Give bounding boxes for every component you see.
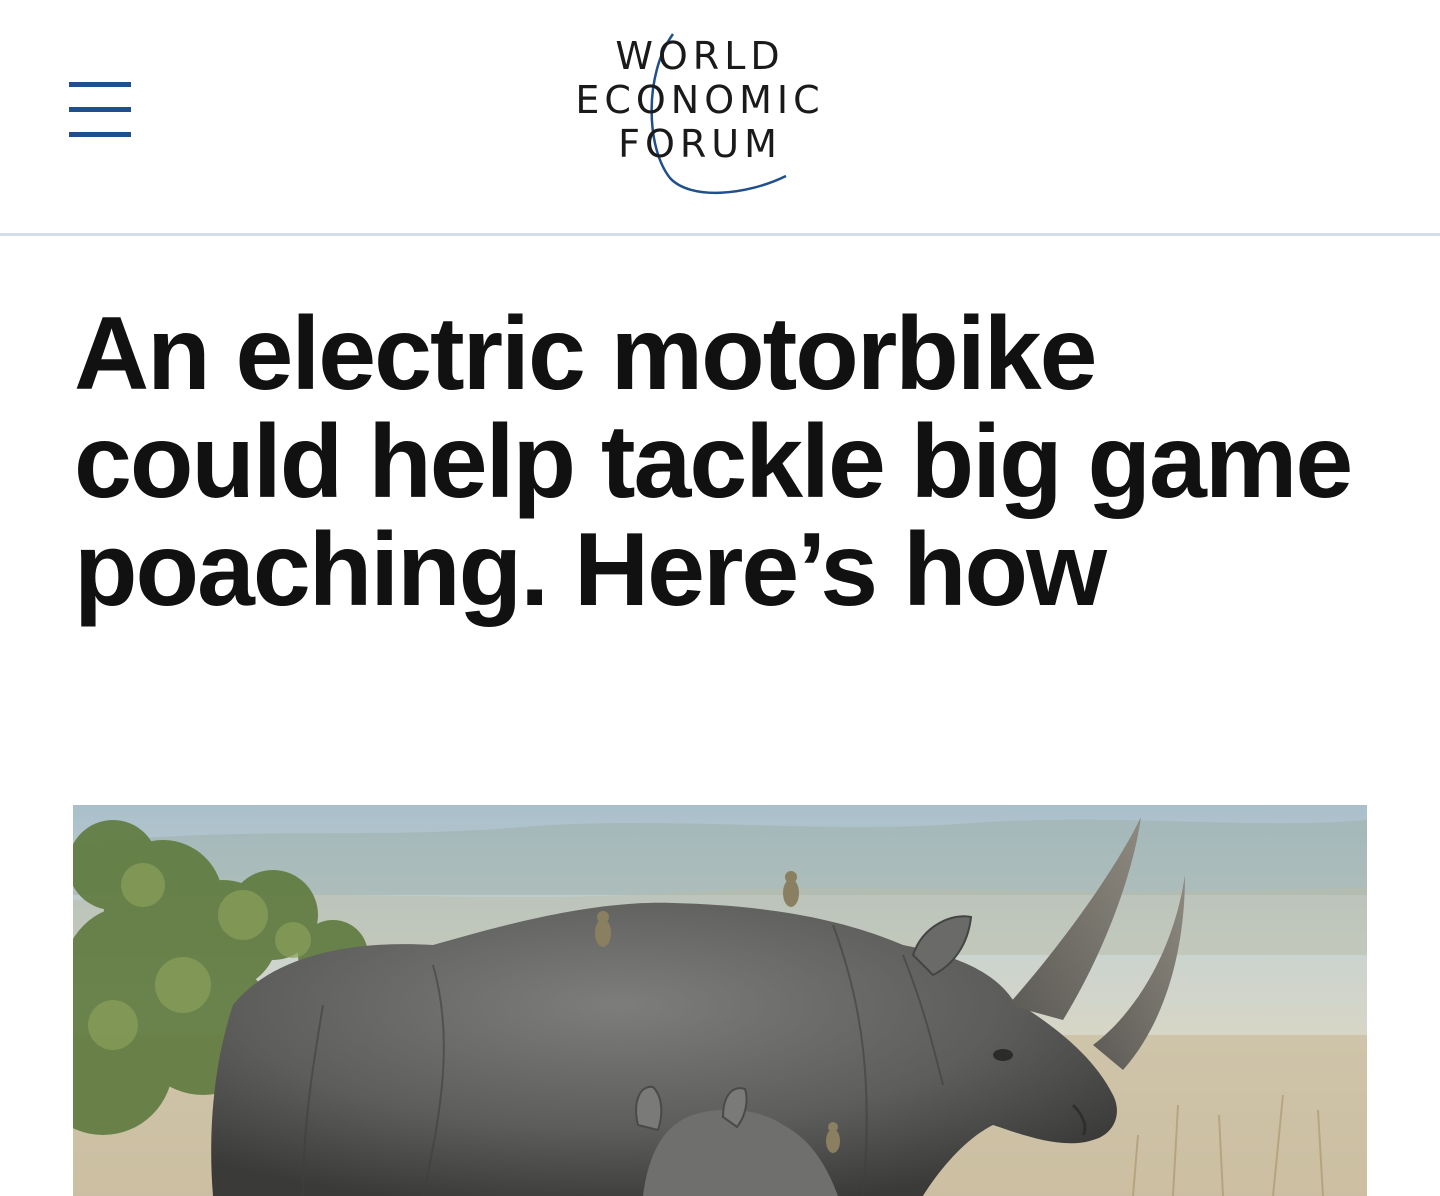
rhino-photo — [73, 805, 1367, 1196]
menu-button[interactable] — [66, 80, 134, 142]
hamburger-menu-icon — [69, 82, 131, 87]
logo-line-world: WORLD — [615, 34, 785, 78]
logo-line-forum: FORUM — [618, 122, 782, 166]
wef-logo[interactable]: WORLD ECONOMIC FORUM — [560, 28, 840, 203]
hero-image — [73, 805, 1367, 1196]
article-headline: An electric motorbike could help tackle … — [74, 296, 1353, 628]
site-header: WORLD ECONOMIC FORUM — [0, 0, 1440, 236]
logo-line-economic: ECONOMIC — [575, 78, 825, 122]
